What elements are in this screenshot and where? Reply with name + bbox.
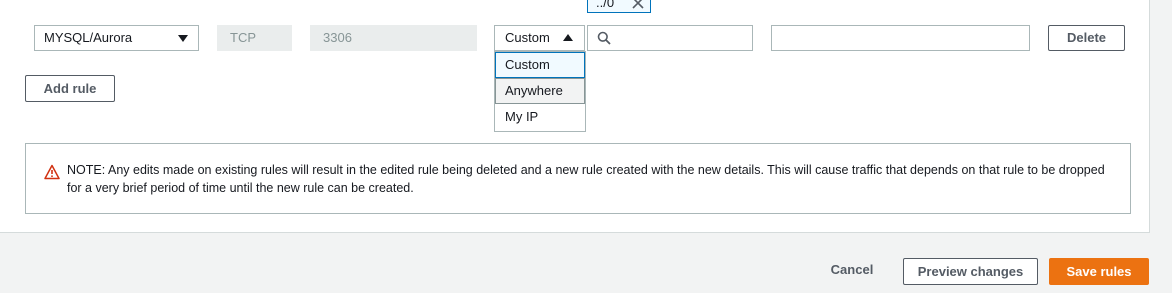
delete-button[interactable]: Delete	[1048, 25, 1125, 51]
cidr-search-input[interactable]	[587, 25, 753, 51]
source-select-value: Custom	[505, 30, 550, 45]
warning-note: NOTE: Any edits made on existing rules w…	[25, 143, 1131, 214]
add-rule-button[interactable]: Add rule	[25, 75, 115, 102]
dropdown-option-custom[interactable]: Custom	[495, 52, 585, 78]
cidr-token: ../0	[587, 0, 651, 13]
dropdown-option-my-ip[interactable]: My IP	[495, 104, 585, 130]
type-select[interactable]: MYSQL/Aurora	[34, 25, 199, 51]
port-range-field: 3306	[310, 25, 477, 51]
cidr-text-input[interactable]	[616, 28, 750, 48]
protocol-field: TCP	[217, 25, 292, 51]
cancel-button[interactable]: Cancel	[820, 262, 884, 280]
search-icon	[597, 31, 611, 45]
source-select[interactable]: Custom	[494, 25, 585, 51]
note-text: NOTE: Any edits made on existing rules w…	[67, 163, 1105, 195]
dropdown-option-anywhere[interactable]: Anywhere	[495, 78, 585, 104]
type-select-value: MYSQL/Aurora	[44, 30, 133, 45]
source-dropdown-menu: Custom Anywhere My IP	[494, 51, 586, 132]
caret-up-icon	[563, 34, 573, 41]
cidr-token-label: ../0	[596, 0, 615, 10]
save-rules-button[interactable]: Save rules	[1049, 258, 1149, 285]
rules-panel: ../0 MYSQL/Aurora TCP 3306 Custom Delete…	[0, 0, 1150, 233]
close-icon[interactable]	[631, 0, 645, 10]
caret-down-icon	[178, 35, 188, 42]
description-input[interactable]	[778, 28, 1027, 48]
preview-changes-button[interactable]: Preview changes	[903, 258, 1038, 285]
protocol-value: TCP	[230, 30, 256, 45]
warning-icon	[44, 164, 60, 180]
description-field[interactable]	[771, 25, 1030, 51]
port-value: 3306	[323, 30, 352, 45]
